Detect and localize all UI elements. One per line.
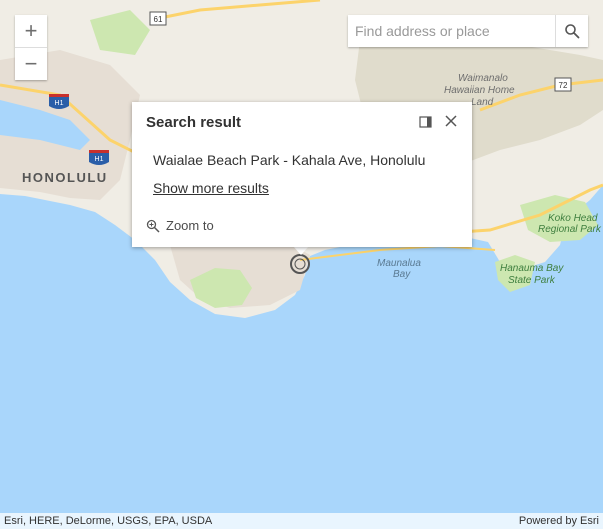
zoom-to-label: Zoom to (166, 218, 214, 233)
label-waimanalo-2: Hawaiian Home (444, 85, 515, 96)
svg-text:72: 72 (559, 81, 568, 90)
dock-icon[interactable] (418, 114, 434, 130)
label-kokohead-2: Regional Park (538, 224, 602, 235)
attribution-bar: Esri, HERE, DeLorme, USGS, EPA, USDA Pow… (0, 513, 603, 529)
shield-h1-a: H1 (49, 94, 69, 109)
basemap[interactable]: HONOLULU Waimanalo Hawaiian Home Land Ma… (0, 0, 603, 529)
label-honolulu: HONOLULU (22, 170, 108, 185)
label-kokohead-1: Koko Head (548, 213, 598, 224)
result-text: Waialae Beach Park - Kahala Ave, Honolul… (153, 152, 426, 168)
popup-title: Search result (146, 114, 242, 131)
svg-text:H1: H1 (55, 100, 64, 107)
shield-r61: 61 (149, 11, 167, 26)
search-button[interactable] (555, 15, 588, 47)
zoom-control: + − (15, 15, 47, 80)
powered-by-esri[interactable]: Powered by Esri (519, 513, 599, 529)
svg-text:H1: H1 (95, 156, 104, 163)
label-waimanalo-1: Waimanalo (458, 73, 508, 84)
label-maunalua-2: Bay (393, 269, 411, 280)
zoom-out-button[interactable]: − (15, 47, 47, 80)
close-icon[interactable] (443, 113, 459, 129)
popup-pointer (293, 246, 309, 255)
zoom-in-magnifier-icon (146, 219, 160, 233)
zoom-to-action[interactable]: Zoom to (146, 218, 214, 233)
search-icon (565, 24, 580, 39)
label-hanauma-2: State Park (508, 275, 556, 286)
zoom-in-button[interactable]: + (15, 15, 47, 47)
label-waimanalo-3: Land (471, 97, 494, 108)
label-maunalua-1: Maunalua (377, 258, 421, 269)
search-widget (348, 15, 588, 47)
search-result-popup: Search result Waialae Beach Park - Kahal… (132, 102, 472, 247)
label-hanauma-1: Hanauma Bay (500, 263, 564, 274)
shield-r72: 72 (554, 77, 572, 92)
show-more-results-link[interactable]: Show more results (153, 180, 269, 196)
attribution-sources[interactable]: Esri, HERE, DeLorme, USGS, EPA, USDA (4, 513, 212, 529)
shield-h1-b: H1 (89, 150, 109, 165)
search-input[interactable] (348, 15, 555, 47)
svg-text:61: 61 (154, 15, 163, 24)
